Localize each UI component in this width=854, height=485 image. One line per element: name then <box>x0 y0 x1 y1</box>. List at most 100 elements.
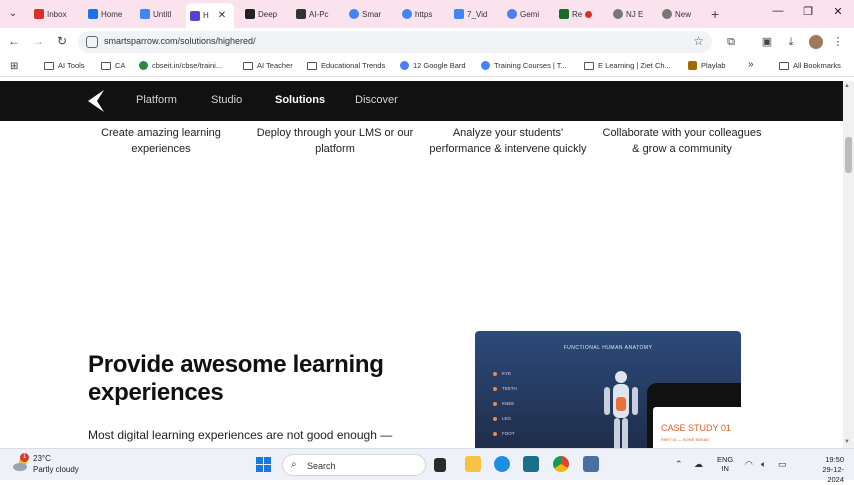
close-tab-icon[interactable]: ✕ <box>218 10 226 21</box>
section-body-text: Most digital learning experiences are no… <box>88 428 393 442</box>
recording-icon <box>585 10 593 18</box>
forward-icon[interactable]: → <box>30 34 46 48</box>
battery-icon[interactable]: ▭ <box>778 459 787 470</box>
scroll-up-arrow-icon[interactable]: ▲ <box>844 83 850 89</box>
bookmark-ca[interactable]: CA <box>101 61 125 70</box>
scroll-thumb[interactable] <box>845 137 852 173</box>
bookmark-label: All Bookmarks <box>793 61 841 70</box>
task-view-icon[interactable] <box>434 458 446 472</box>
tab-search-chevron-icon[interactable]: ⌄ <box>4 6 22 22</box>
tab-home[interactable]: Home <box>84 3 124 25</box>
clock-date: 29-12-2024 <box>822 465 844 484</box>
smartsparrow-logo[interactable] <box>88 90 106 112</box>
taskbar-search[interactable]: ⌕ Search <box>282 454 426 476</box>
tab-deepseek[interactable]: Deep <box>241 3 281 25</box>
nav-solutions[interactable]: Solutions <box>275 94 325 106</box>
temperature[interactable]: 23°C <box>33 454 51 463</box>
scroll-down-arrow-icon[interactable]: ▼ <box>844 439 850 445</box>
tab-label: H <box>203 11 209 20</box>
bookmark-e-learning[interactable]: E Learning | Ziet Ch... <box>584 61 671 70</box>
section-heading: Provide awesome learning experiences <box>88 351 384 406</box>
bookmark-ai-tools[interactable]: AI Tools <box>44 61 85 70</box>
bookmark-educational-trends[interactable]: Educational Trends <box>307 61 385 70</box>
tab-smartsparrow-active[interactable]: H ✕ <box>186 3 234 28</box>
windows-start-icon[interactable] <box>256 457 271 472</box>
edge-icon[interactable] <box>494 456 510 472</box>
bookmark-label: AI Tools <box>58 61 85 70</box>
bookmarks-overflow-icon[interactable]: » <box>748 59 754 70</box>
bookmark-label: Educational Trends <box>321 61 386 70</box>
menu-kebab-icon[interactable]: ⋮ <box>831 35 845 49</box>
snipping-tool-icon[interactable] <box>583 456 599 472</box>
tab-https[interactable]: https <box>398 3 440 25</box>
phone-mockup: CASE STUDY 01 PART 01 — BONE BREAK <box>647 383 741 448</box>
bookmark-google-bard[interactable]: 12 Google Bard <box>400 61 466 70</box>
folder-icon <box>307 61 317 70</box>
url-text: smartsparrow.com/solutions/highered/ <box>104 36 256 46</box>
smartsparrow-icon <box>190 10 200 21</box>
tab-search-icon[interactable]: ▣ <box>760 35 774 49</box>
tray-overflow-icon[interactable]: ⌃ <box>675 459 683 470</box>
tab-new[interactable]: New <box>658 3 702 25</box>
tab-nj[interactable]: NJ E <box>609 3 653 25</box>
cloud-sync-icon[interactable]: ☁ <box>694 459 703 470</box>
tab-untitled[interactable]: Untitl <box>136 3 176 25</box>
human-body-figure <box>604 371 638 448</box>
clock-time: 19:50 <box>825 455 844 464</box>
google-icon <box>349 9 359 19</box>
tab-label: NJ E <box>626 9 644 19</box>
tab-smart[interactable]: Smar <box>345 3 387 25</box>
download-icon[interactable]: ⤓ <box>784 35 798 49</box>
page-scrollbar[interactable]: ▲ ▼ <box>843 81 854 448</box>
playlab-icon <box>688 61 697 70</box>
tab-inbox[interactable]: Inbox <box>30 3 70 25</box>
bookmark-playlab[interactable]: Playlab <box>688 61 726 70</box>
apps-grid-icon[interactable]: ⊞ <box>10 61 18 72</box>
bookmark-cbseit[interactable]: cbseit.in/cbse/traini... <box>139 61 222 70</box>
address-bar[interactable]: smartsparrow.com/solutions/highered/ ☆ <box>78 31 712 53</box>
tab-gemini[interactable]: Gemi <box>503 3 547 25</box>
browser-toolbar: ← → ↻ smartsparrow.com/solutions/highere… <box>0 28 854 56</box>
tab-video[interactable]: 7_Vid <box>450 3 494 25</box>
organ-item: LEG <box>493 416 517 421</box>
nav-studio[interactable]: Studio <box>211 94 242 106</box>
bookmark-training-courses[interactable]: Training Courses | T... <box>481 61 567 70</box>
gmail-icon <box>34 9 44 19</box>
case-study-subtitle: PART 01 — BONE BREAK <box>661 437 710 442</box>
lang-code: ENG <box>717 455 734 464</box>
organ-list: EYE TEETH KNEE LEG FOOT <box>493 371 517 446</box>
tab-label: https <box>415 9 433 19</box>
tab-re[interactable]: Re <box>555 3 599 25</box>
deepseek-icon <box>245 9 255 19</box>
avatar[interactable] <box>809 35 823 49</box>
store-icon[interactable] <box>523 456 539 472</box>
restore-icon[interactable]: ❐ <box>800 5 816 18</box>
back-icon[interactable]: ← <box>6 34 22 48</box>
tab-label: New <box>675 9 692 19</box>
minimize-icon[interactable]: — <box>770 5 786 17</box>
folder-icon <box>779 61 789 70</box>
new-tab-icon[interactable]: + <box>711 6 719 22</box>
search-icon: ⌕ <box>291 459 297 470</box>
all-bookmarks[interactable]: All Bookmarks <box>779 61 841 70</box>
tab-label: AI-Pc <box>309 9 329 19</box>
tab-ai-pc[interactable]: AI-Pc <box>292 3 334 25</box>
reload-icon[interactable]: ↻ <box>54 34 70 48</box>
site-info-icon[interactable] <box>86 36 98 48</box>
tab-strip: ⌄ Inbox Home Untitl H ✕ Deep AI-Pc Smar … <box>0 0 854 28</box>
bookmark-star-icon[interactable]: ☆ <box>693 34 704 48</box>
extensions-icon[interactable]: ⧉ <box>724 35 738 49</box>
system-clock[interactable]: 19:50 29-12-2024 <box>810 455 844 485</box>
wifi-icon[interactable]: ◠ <box>745 459 753 470</box>
volume-icon[interactable]: 🔈︎ <box>761 459 766 470</box>
close-window-icon[interactable]: ✕ <box>830 5 846 18</box>
bookmark-ai-teacher[interactable]: AI Teacher <box>243 61 293 70</box>
globe-icon <box>662 9 672 19</box>
chrome-icon[interactable] <box>553 456 569 472</box>
weather-description[interactable]: Partly cloudy <box>33 465 79 474</box>
nav-discover[interactable]: Discover <box>355 94 398 106</box>
nav-platform[interactable]: Platform <box>136 94 177 106</box>
language-indicator[interactable]: ENG IN <box>717 455 733 473</box>
file-explorer-icon[interactable] <box>465 456 481 472</box>
drive-icon <box>88 9 98 19</box>
